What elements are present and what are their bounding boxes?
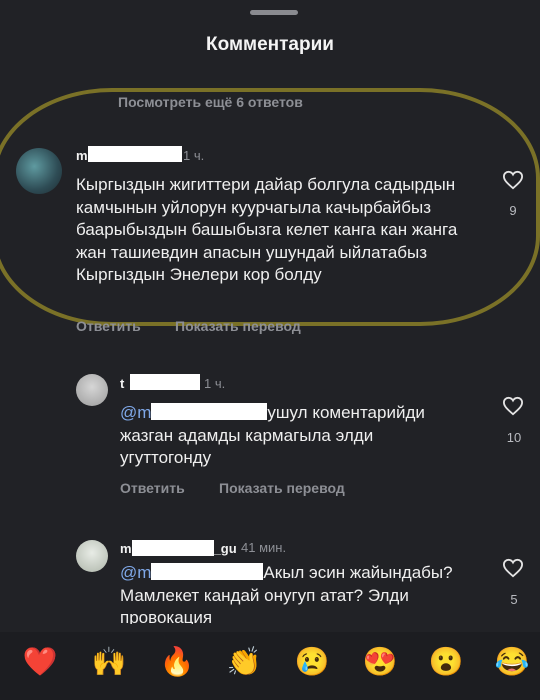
comment-time: 1 ч. [204, 376, 226, 391]
redaction-box [151, 563, 264, 580]
like-count: 9 [509, 203, 517, 218]
redaction-box [88, 146, 182, 162]
mention-link[interactable]: @m [120, 563, 151, 582]
clapping-hands-icon[interactable]: 👏 [226, 644, 262, 680]
show-translation-button[interactable]: Показать перевод [219, 480, 345, 496]
comment-text: @m Акыл эсин жайындабы? Мамлекет кандай о… [120, 563, 453, 624]
comment-username[interactable]: t [120, 376, 124, 391]
raising-hands-icon[interactable]: 🙌 [91, 644, 127, 680]
comment-username[interactable]: m [76, 148, 88, 163]
avatar[interactable] [16, 148, 62, 194]
username-visible-part: m [76, 148, 88, 163]
username-visible-part: t [120, 376, 125, 391]
red-heart-icon[interactable]: ❤️ [22, 644, 58, 680]
surprised-face-icon[interactable]: 😮 [428, 644, 464, 680]
comment-text: Кыргыздын жигиттери дайар болгула садырд… [76, 175, 458, 284]
show-translation-button[interactable]: Показать перевод [175, 318, 301, 334]
comment-time: 41 мин. [241, 540, 287, 555]
heart-eyes-icon[interactable]: 😍 [362, 644, 398, 680]
page-title: Комментарии [206, 34, 334, 55]
reply-button[interactable]: Ответить [120, 480, 185, 496]
heart-outline-icon[interactable] [502, 170, 524, 190]
like-count: 5 [510, 592, 518, 607]
avatar[interactable] [76, 540, 108, 572]
crying-face-icon[interactable]: 😢 [294, 644, 330, 680]
view-more-replies-link[interactable]: Посмотреть ещё 6 ответов [118, 94, 303, 110]
reply-button[interactable]: Ответить [76, 318, 141, 334]
redaction-box [130, 374, 200, 390]
fire-icon[interactable]: 🔥 [159, 644, 195, 680]
mention-link[interactable]: @m [120, 403, 151, 422]
like-count: 10 [506, 430, 522, 445]
heart-outline-icon[interactable] [502, 396, 524, 416]
comment-time: 1 ч. [183, 148, 205, 163]
comment-username[interactable]: m _gu [120, 540, 237, 556]
redaction-box [131, 540, 214, 556]
avatar[interactable] [76, 374, 108, 406]
username-visible-part: m [120, 541, 132, 556]
heart-outline-icon[interactable] [502, 558, 524, 578]
sheet-drag-handle[interactable] [250, 10, 298, 15]
username-visible-part: _gu [213, 541, 237, 556]
comment-text: @m ушул коментарийди жазган адамды кармаг… [120, 403, 425, 467]
redaction-box [151, 403, 268, 420]
tears-of-joy-icon[interactable]: 😂 [494, 644, 530, 680]
